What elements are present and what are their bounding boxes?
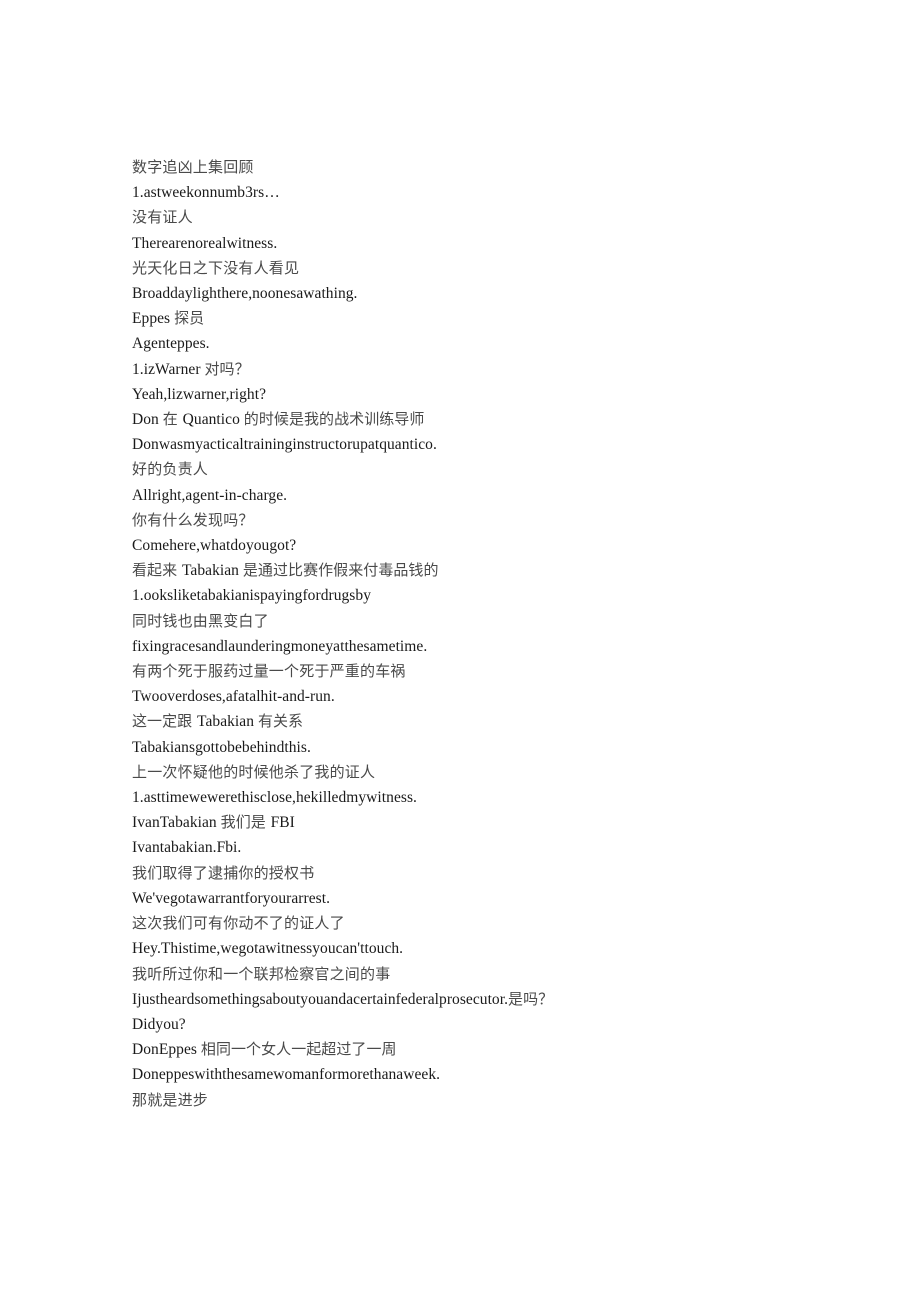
transcript-line: Doneppeswiththesamewomanformorethanaweek… (132, 1066, 441, 1084)
transcript-line: Donwasmyacticaltraininginstructorupatqua… (132, 436, 437, 454)
transcript-line: 1.astweekonnumb3rs… (132, 184, 280, 202)
latin-segment: 1.izWarner (132, 360, 205, 378)
transcript-line: Agenteppes. (132, 335, 210, 353)
transcript-line: 1.asttimewewerethisclose,hekilledmywitne… (132, 789, 417, 807)
latin-segment: IvanTabakian (132, 814, 221, 832)
document-page: 数字追凶上集回顾 1.astweekonnumb3rs… 没有证人 Therearen… (0, 0, 920, 1301)
latin-segment: Tabakian (181, 562, 243, 580)
transcript-line: Therearenorealwitness. (132, 234, 278, 252)
transcript-body: 数字追凶上集回顾 1.astweekonnumb3rs… 没有证人 Therearen… (132, 155, 832, 1113)
cjk-segment: 是通过比赛作假来付毒品钱的 (242, 561, 439, 580)
transcript-line: Don 在 Quantico 的时候是我的战术训练导师 (132, 407, 832, 432)
transcript-line: Twooverdoses,afatalhit-and-run. (132, 688, 335, 706)
transcript-line: We'vegotawarrantforyourarrest. (132, 889, 330, 907)
latin-segment: Don (132, 411, 163, 429)
cjk-segment: 是吗？ (508, 989, 554, 1008)
cjk-segment: 我们是 (220, 813, 271, 832)
latin-segment: Tabakian (197, 713, 258, 731)
cjk-segment: 看起来 (132, 561, 182, 580)
transcript-line: Yeah,lizwarner,right? (132, 385, 267, 403)
transcript-line: Broaddaylighthere,noonesawathing. (132, 285, 358, 303)
latin-segment: Ijustheardsomethingsaboutyouandacertainf… (132, 990, 509, 1008)
transcript-line: 数字追凶上集回顾 (132, 158, 254, 176)
cjk-segment: 有关系 (257, 712, 304, 731)
transcript-line: Ijustheardsomethingsaboutyouandacertainf… (132, 987, 832, 1012)
transcript-line: 看起来 Tabakian 是通过比赛作假来付毒品钱的 (132, 558, 832, 583)
transcript-line: Allright,agent-in-charge. (132, 486, 288, 504)
latin-segment: DonEppes (132, 1041, 201, 1059)
transcript-line: IvanTabakian 我们是 FBI (132, 810, 832, 835)
transcript-line: Didyou? (132, 1015, 186, 1033)
transcript-line: 有两个死于服药过量一个死于严重的车祸 (132, 662, 406, 681)
transcript-line: 同时钱也由黑变白了 (132, 611, 269, 630)
transcript-line: 没有证人 (132, 208, 193, 227)
transcript-line: 1.izWarner 对吗？ (132, 357, 832, 382)
transcript-line: 这次我们可有你动不了的证人了 (132, 914, 345, 933)
transcript-line: Ivantabakian.Fbi. (132, 839, 242, 857)
transcript-line: 我听所过你和一个联邦检察官之间的事 (132, 964, 391, 983)
cjk-segment: 对吗？ (204, 359, 250, 378)
transcript-line: Eppes 探员 (132, 306, 832, 331)
latin-segment: Quantico (182, 411, 244, 429)
transcript-line: Hey.Thistime,wegotawitnessyoucan'ttouch. (132, 940, 404, 958)
transcript-line: 1.ooksliketabakianispayingfordrugsby (132, 587, 371, 605)
transcript-line: 你有什么发现吗？ (132, 510, 254, 529)
transcript-line: Tabakiansgottobebehindthis. (132, 738, 311, 756)
cjk-segment: 在 (162, 410, 183, 429)
transcript-line: 我们取得了逮捕你的授权书 (132, 863, 315, 882)
transcript-line: 上一次怀疑他的时候他杀了我的证人 (132, 762, 376, 781)
cjk-segment: 的时候是我的战术训练导师 (243, 410, 425, 429)
transcript-line: fixingracesandlaunderingmoneyatthesameti… (132, 637, 428, 655)
latin-segment: FBI (270, 814, 295, 832)
transcript-line: Comehere,whatdoyougot? (132, 537, 297, 555)
cjk-segment: 探员 (174, 309, 205, 328)
transcript-line: 光天化日之下没有人看见 (132, 258, 300, 277)
latin-segment: Eppes (132, 310, 175, 328)
transcript-line: 那就是进步 (132, 1090, 209, 1109)
transcript-line: DonEppes 相同一个女人一起超过了一周 (132, 1037, 832, 1062)
transcript-line: 这一定跟 Tabakian 有关系 (132, 709, 832, 734)
transcript-line: 好的负责人 (132, 460, 209, 479)
cjk-segment: 这一定跟 (132, 712, 198, 731)
cjk-segment: 相同一个女人一起超过了一周 (200, 1040, 397, 1059)
